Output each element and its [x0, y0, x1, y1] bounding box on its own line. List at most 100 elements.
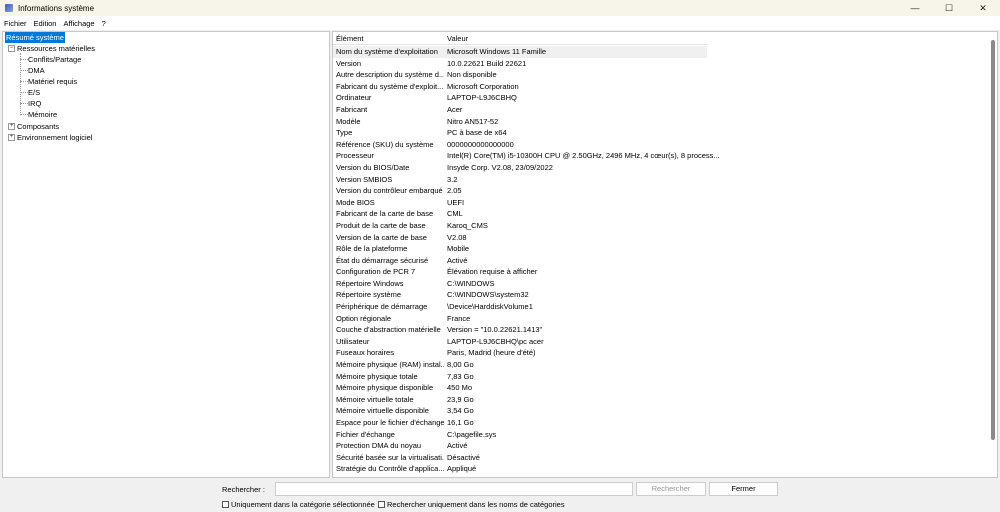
close-dialog-button[interactable]: Fermer: [709, 482, 778, 496]
row-element: Mémoire physique disponible: [336, 383, 434, 393]
row-value: France: [447, 313, 471, 323]
row-value: Élévation requise à afficher: [447, 267, 538, 277]
table-row[interactable]: Fabricant de la carte de base CML: [333, 208, 720, 220]
table-row[interactable]: Nom du système d'exploitation Microsoft W…: [333, 46, 707, 58]
table-row[interactable]: Modèle Nitro AN517-52: [333, 116, 720, 128]
row-value: C:\pagefile.sys: [447, 429, 497, 439]
checkbox-icon[interactable]: [378, 501, 385, 508]
minimize-button[interactable]: —: [898, 0, 932, 16]
row-value: Désactivé: [447, 452, 480, 462]
table-row[interactable]: Version du contrôleur embarqué 2.05: [333, 185, 720, 197]
vertical-scrollbar[interactable]: [991, 40, 995, 440]
table-row[interactable]: Couche d'abstraction matérielle Version =…: [333, 324, 720, 336]
menu-fichier[interactable]: Fichier: [4, 19, 27, 28]
tree-item-system-summary[interactable]: Résumé système: [5, 32, 65, 43]
menu-help[interactable]: ?: [102, 19, 106, 28]
category-tree: Résumé système − Ressources matérielles …: [2, 31, 330, 478]
row-value: PC à base de x64: [447, 128, 507, 138]
table-row[interactable]: Mémoire physique (RAM) instal... 8,00 Go: [333, 359, 720, 371]
table-row[interactable]: Fabricant Acer: [333, 104, 720, 116]
row-value: Non disponible: [447, 70, 497, 80]
table-row[interactable]: Processeur Intel(R) Core(TM) i5-10300H CP…: [333, 150, 720, 162]
tree-item-components[interactable]: Composants: [17, 121, 59, 132]
row-value: C:\WINDOWS\system32: [447, 290, 529, 300]
close-button[interactable]: ✕: [966, 0, 1000, 16]
row-value: Nitro AN517-52: [447, 116, 499, 126]
tree-item-hardware-child[interactable]: Mémoire: [28, 109, 57, 120]
tree-item-hardware-child[interactable]: Matériel requis: [28, 76, 77, 87]
table-row[interactable]: Fichier d'échange C:\pagefile.sys: [333, 429, 720, 441]
table-row[interactable]: Version 10.0.22621 Build 22621: [333, 58, 720, 70]
table-row[interactable]: Mode BIOS UEFI: [333, 197, 720, 209]
table-row[interactable]: Utilisateur LAPTOP-L9J6CBHQ\pc acer: [333, 336, 720, 348]
tree-item-software[interactable]: Environnement logiciel: [17, 132, 92, 143]
table-row[interactable]: Mémoire virtuelle disponible 3,54 Go: [333, 405, 720, 417]
table-row[interactable]: Rôle de la plateforme Mobile: [333, 243, 720, 255]
row-value: V2.08: [447, 232, 467, 242]
row-element: Modèle: [336, 116, 361, 126]
tree-item-hardware-child[interactable]: DMA: [28, 65, 45, 76]
search-label: Rechercher :: [222, 485, 265, 494]
table-row[interactable]: Mémoire physique totale 7,83 Go: [333, 371, 720, 383]
table-row[interactable]: Version du BIOS/Date Insyde Corp. V2.08, …: [333, 162, 720, 174]
table-row[interactable]: Sécurité basée sur la virtualisati... Dés…: [333, 452, 720, 464]
table-row[interactable]: Fuseaux horaires Paris, Madrid (heure d'é…: [333, 347, 720, 359]
row-element: Mode BIOS: [336, 197, 375, 207]
row-value: Microsoft Corporation: [447, 81, 519, 91]
tree-item-hardware-child[interactable]: IRQ: [28, 98, 41, 109]
table-row[interactable]: Version SMBIOS 3.2: [333, 174, 720, 186]
table-row[interactable]: Espace pour le fichier d'échange 16,1 Go: [333, 417, 720, 429]
table-row[interactable]: Répertoire système C:\WINDOWS\system32: [333, 289, 720, 301]
row-element: Version du contrôleur embarqué: [336, 186, 443, 196]
row-element: Fichier d'échange: [336, 429, 395, 439]
collapse-icon[interactable]: −: [8, 45, 15, 52]
table-row[interactable]: Mémoire virtuelle totale 23,9 Go: [333, 394, 720, 406]
table-row[interactable]: Type PC à base de x64: [333, 127, 720, 139]
table-row[interactable]: Référence (SKU) du système 00000000000000…: [333, 139, 720, 151]
row-value: \Device\HarddiskVolume1: [447, 302, 533, 312]
table-row[interactable]: Stratégie du Contrôle d'applica... Appliq…: [333, 463, 720, 475]
row-value: 10.0.22621 Build 22621: [447, 58, 527, 68]
checkbox-label: Uniquement dans la catégorie sélectionné…: [231, 500, 375, 509]
search-input[interactable]: [275, 482, 633, 496]
tree-line: [20, 81, 28, 82]
table-row[interactable]: État du démarrage sécurisé Activé: [333, 255, 720, 267]
column-header-element[interactable]: Élément: [333, 32, 444, 44]
checkbox-category-names[interactable]: Rechercher uniquement dans les noms de c…: [378, 500, 565, 509]
tree-item-hardware[interactable]: Ressources matérielles: [17, 43, 95, 54]
column-header-value[interactable]: Valeur: [444, 32, 468, 44]
table-row[interactable]: Mémoire physique disponible 450 Mo: [333, 382, 720, 394]
row-element: Couche d'abstraction matérielle: [336, 325, 441, 335]
checkbox-selected-category[interactable]: Uniquement dans la catégorie sélectionné…: [222, 500, 375, 509]
table-row[interactable]: Option régionale France: [333, 313, 720, 325]
table-row[interactable]: Autre description du système d... Non dis…: [333, 69, 720, 81]
expand-icon[interactable]: +: [8, 134, 15, 141]
table-row[interactable]: Version de la carte de base V2.08: [333, 232, 720, 244]
row-value: Activé: [447, 441, 468, 451]
search-panel: Rechercher : Rechercher Fermer Uniquemen…: [0, 479, 1000, 512]
row-value: Paris, Madrid (heure d'été): [447, 348, 536, 358]
app-icon: [5, 4, 13, 12]
table-row[interactable]: Configuration de PCR 7 Élévation requise …: [333, 266, 720, 278]
tree-item-hardware-child[interactable]: E/S: [28, 87, 40, 98]
row-element: Nom du système d'exploitation: [336, 47, 438, 56]
menu-affichage[interactable]: Affichage: [63, 19, 94, 28]
checkbox-icon[interactable]: [222, 501, 229, 508]
table-row[interactable]: Produit de la carte de base Karoq_CMS: [333, 220, 720, 232]
search-button[interactable]: Rechercher: [636, 482, 706, 496]
row-value: 2.05: [447, 186, 462, 196]
row-element: Périphérique de démarrage: [336, 302, 428, 312]
table-row[interactable]: Ordinateur LAPTOP-L9J6CBHQ: [333, 92, 720, 104]
tree-item-hardware-child[interactable]: Conflits/Partage: [28, 54, 81, 65]
table-row[interactable]: Périphérique de démarrage \Device\Harddis…: [333, 301, 720, 313]
table-row[interactable]: Répertoire Windows C:\WINDOWS: [333, 278, 720, 290]
menu-edition[interactable]: Edition: [34, 19, 57, 28]
maximize-button[interactable]: ☐: [932, 0, 966, 16]
row-element: Fabricant de la carte de base: [336, 209, 434, 219]
row-value: Insyde Corp. V2.08, 23/09/2022: [447, 162, 553, 172]
expand-icon[interactable]: +: [8, 123, 15, 130]
title-bar: Informations système — ☐ ✕: [0, 0, 1000, 16]
row-value: Intel(R) Core(TM) i5-10300H CPU @ 2.50GH…: [447, 151, 720, 161]
table-row[interactable]: Protection DMA du noyau Activé: [333, 440, 720, 452]
table-row[interactable]: Fabricant du système d'exploit... Microso…: [333, 81, 720, 93]
